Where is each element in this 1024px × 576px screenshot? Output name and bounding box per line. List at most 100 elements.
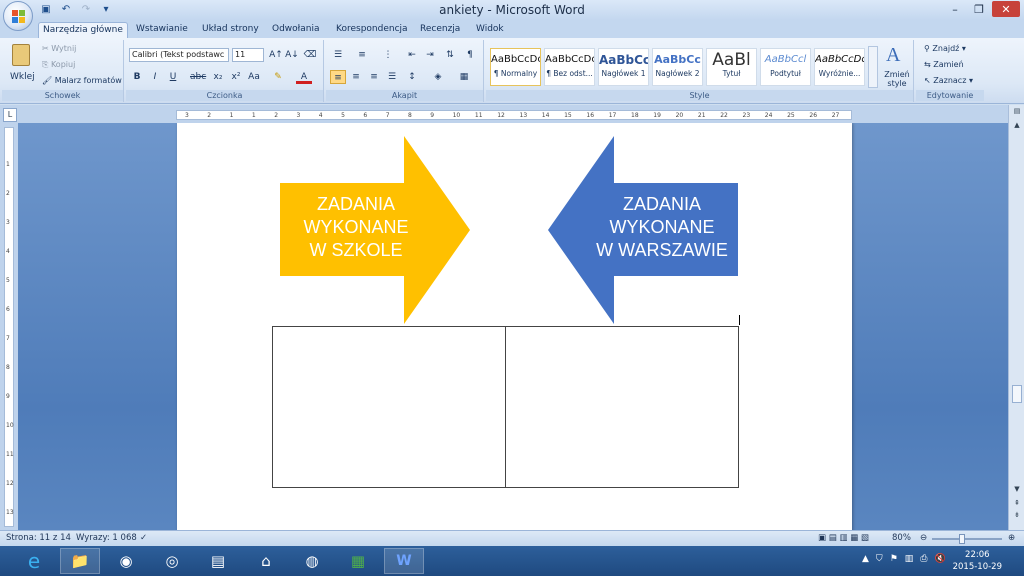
subscript-icon[interactable]: x₂ — [210, 70, 226, 84]
bold-icon[interactable]: B — [129, 70, 145, 84]
align-center-icon[interactable]: ≡ — [348, 70, 364, 84]
style-heading-1[interactable]: AaBbCc Nagłówek 1 — [598, 48, 649, 86]
word-count[interactable]: Wyrazy: 1 068 — [76, 533, 137, 543]
shield-icon[interactable]: ⛉ — [876, 554, 883, 564]
styles-scroll[interactable] — [868, 46, 878, 88]
style-normal[interactable]: AaBbCcDc ¶ Normalny — [490, 48, 541, 86]
numbering-icon[interactable]: ≡ — [354, 48, 370, 62]
show-hidden-icon[interactable]: ▲ — [862, 554, 869, 564]
network-icon[interactable]: ▥ — [905, 554, 914, 564]
scroll-up-icon[interactable]: ▲ — [1011, 121, 1023, 133]
tab-home[interactable]: Narzędzia główne — [38, 22, 128, 38]
replace-button[interactable]: ⇆ Zamień — [924, 60, 964, 69]
tab-mailings[interactable]: Korespondencja — [332, 22, 412, 38]
ruler-toggle-icon[interactable]: ▤ — [1011, 107, 1023, 119]
clear-format-icon[interactable]: ⌫ — [302, 48, 318, 62]
line-spacing-icon[interactable]: ↕ — [404, 70, 420, 84]
view-buttons[interactable]: ▣ ▤ ▥ ▦ ▧ — [818, 533, 869, 543]
horizontal-ruler[interactable]: 3 2 1 1 2 3 4 5 6 7 8 9 10 11 12 13 14 15 16 17 18 19 20 21 22 23… — [176, 110, 852, 120]
tab-selector-icon[interactable]: L — [3, 108, 17, 122]
align-right-icon[interactable]: ≡ — [366, 70, 382, 84]
document-page[interactable]: ZADANIA WYKONANE W SZKOLE ZADANIA WYKONA… — [177, 123, 852, 530]
shading-icon[interactable]: ◈ — [430, 70, 446, 84]
table-cell-warsaw[interactable] — [505, 326, 739, 488]
change-case-icon[interactable]: Aa — [246, 70, 262, 84]
style-preview: AaBbCcDc — [545, 54, 595, 65]
volume-muted-icon[interactable]: 🔇 — [934, 554, 945, 564]
zoom-out-icon[interactable]: ⊖ — [920, 533, 927, 543]
superscript-icon[interactable]: x² — [228, 70, 244, 84]
speaker-icon[interactable]: ◎ — [152, 548, 192, 574]
tab-view[interactable]: Widok — [472, 22, 508, 38]
tab-insert[interactable]: Wstawianie — [132, 22, 192, 38]
tab-page-layout[interactable]: Układ strony — [198, 22, 263, 38]
right-arrow-line-1: ZADANIA — [622, 194, 701, 214]
highlight-icon[interactable]: ✎ — [270, 70, 286, 84]
font-group: Calibri (Tekst podstawc 11 A↑ A↓ ⌫ B I U… — [126, 40, 324, 102]
flag-icon[interactable]: ⚑ — [890, 554, 898, 564]
style-emphasis[interactable]: AaBbCcDc Wyróżnie... — [814, 48, 865, 86]
font-size-combo[interactable]: 11 — [232, 48, 264, 62]
paste-label: Wklej — [10, 72, 35, 82]
home-icon[interactable]: ⌂ — [246, 548, 286, 574]
vertical-scrollbar[interactable]: ▤ ▲ ▼ ⇞ ⇟ — [1008, 105, 1024, 530]
excel-icon[interactable]: ▦ — [338, 548, 378, 574]
media-icon[interactable]: ◉ — [106, 548, 146, 574]
next-page-icon[interactable]: ⇟ — [1011, 511, 1023, 523]
justify-icon[interactable]: ☰ — [384, 70, 400, 84]
zoom-slider-knob[interactable] — [959, 534, 965, 544]
tab-references[interactable]: Odwołania — [268, 22, 323, 38]
scroll-down-icon[interactable]: ▼ — [1011, 485, 1023, 497]
italic-icon[interactable]: I — [147, 70, 163, 84]
paste-button[interactable]: Wklej — [6, 42, 36, 88]
find-label: Znajdź — [932, 44, 960, 53]
tab-review[interactable]: Recenzja — [416, 22, 464, 38]
table-cell-school[interactable] — [272, 326, 506, 488]
copy-button[interactable]: ⎘ Kopiuj — [42, 60, 75, 70]
style-no-spacing[interactable]: AaBbCcDc ¶ Bez odst... — [544, 48, 595, 86]
decrease-indent-icon[interactable]: ⇤ — [404, 48, 420, 62]
change-styles-icon: A — [886, 44, 901, 66]
tasks-table[interactable] — [272, 326, 739, 488]
style-heading-2[interactable]: AaBbCc Nagłówek 2 — [652, 48, 703, 86]
vertical-ruler-track[interactable]: 1 2 3 4 5 6 7 8 9 10 11 12 13 — [4, 127, 14, 527]
change-styles-button[interactable]: A Zmień style — [882, 42, 912, 90]
ie-icon[interactable]: e — [14, 548, 54, 574]
sort-icon[interactable]: ⇅ — [442, 48, 458, 62]
close-icon[interactable]: ✕ — [992, 1, 1020, 17]
chrome-icon[interactable]: ◍ — [292, 548, 332, 574]
find-button[interactable]: ⚲ Znajdź ▾ — [924, 44, 966, 53]
show-marks-icon[interactable]: ¶ — [462, 48, 478, 62]
clock[interactable]: 22:06 2015-10-29 — [953, 549, 1002, 573]
printer-icon[interactable]: ⎙ — [920, 554, 927, 564]
restore-icon[interactable]: ❐ — [968, 1, 990, 17]
explorer-icon[interactable]: 📁 — [60, 548, 100, 574]
word-icon[interactable]: W — [384, 548, 424, 574]
font-color-icon[interactable]: A — [296, 70, 312, 84]
shrink-font-icon[interactable]: A↓ — [284, 48, 300, 62]
scroll-thumb[interactable] — [1012, 385, 1022, 403]
style-subtitle[interactable]: AaBbCcl Podtytuł — [760, 48, 811, 86]
cut-button[interactable]: ✂ Wytnij — [42, 44, 76, 53]
zoom-slider[interactable] — [932, 538, 1002, 540]
docs-icon[interactable]: ▤ — [198, 548, 238, 574]
grow-font-icon[interactable]: A↑ — [268, 48, 284, 62]
strikethrough-icon[interactable]: abc — [190, 70, 206, 84]
previous-page-icon[interactable]: ⇞ — [1011, 499, 1023, 511]
underline-icon[interactable]: U — [165, 70, 181, 84]
style-title[interactable]: AaBl Tytuł — [706, 48, 757, 86]
zoom-level[interactable]: 80% — [892, 533, 911, 543]
font-name-combo[interactable]: Calibri (Tekst podstawc — [129, 48, 229, 62]
align-left-icon[interactable]: ≡ — [330, 70, 346, 84]
minimize-icon[interactable]: – — [944, 1, 966, 17]
borders-icon[interactable]: ▦ — [456, 70, 472, 84]
office-button[interactable] — [3, 1, 33, 31]
zoom-in-icon[interactable]: ⊕ — [1008, 533, 1015, 543]
bullets-icon[interactable]: ☰ — [330, 48, 346, 62]
select-button[interactable]: ↖ Zaznacz ▾ — [924, 76, 973, 85]
increase-indent-icon[interactable]: ⇥ — [422, 48, 438, 62]
format-painter-button[interactable]: 🖌 Malarz formatów — [42, 76, 122, 85]
proofing-icon[interactable]: ✓ — [140, 533, 147, 543]
multilevel-list-icon[interactable]: ⋮ — [380, 48, 396, 62]
page-counter[interactable]: Strona: 11 z 14 — [6, 533, 71, 543]
